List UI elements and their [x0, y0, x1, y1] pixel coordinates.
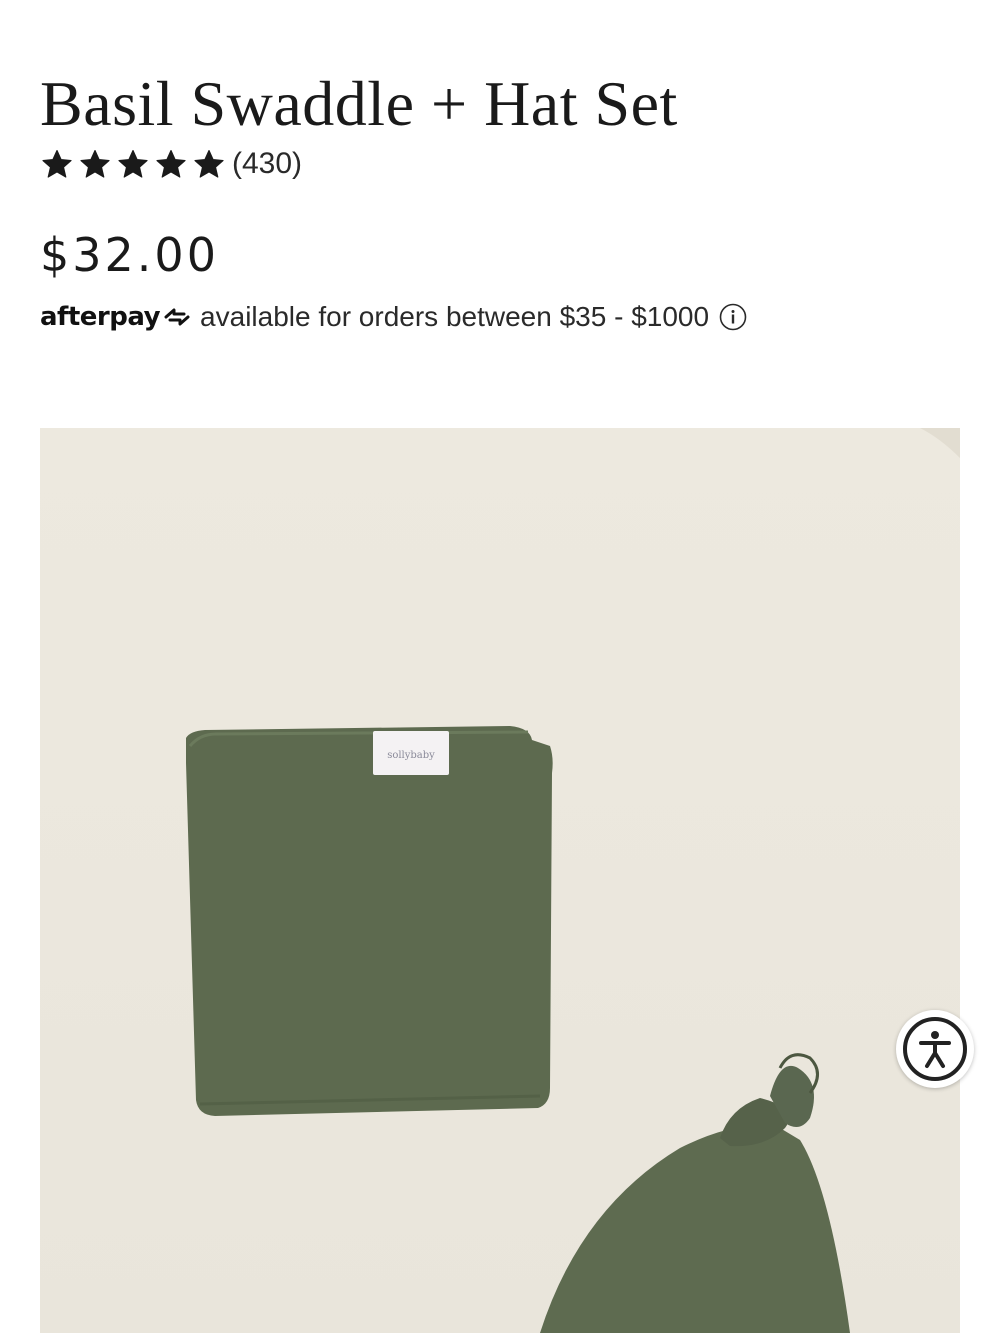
product-price: $32.00	[40, 228, 219, 282]
star-icon	[116, 147, 150, 181]
swaddle-blanket: sollybaby	[186, 726, 553, 1116]
rating-stars	[40, 147, 226, 181]
afterpay-arrows-icon	[164, 308, 190, 326]
star-icon	[40, 147, 74, 181]
star-icon	[154, 147, 188, 181]
product-title: Basil Swaddle + Hat Set	[40, 67, 678, 139]
review-count[interactable]: (430)	[232, 147, 302, 181]
accessibility-icon	[903, 1017, 967, 1081]
afterpay-message: afterpay available for orders between $3…	[40, 296, 747, 338]
info-icon[interactable]	[719, 303, 747, 331]
product-rating[interactable]: (430)	[40, 142, 302, 186]
accessibility-button[interactable]	[896, 1010, 974, 1088]
brand-label: sollybaby	[387, 750, 435, 761]
product-image[interactable]: sollybaby	[40, 428, 960, 1333]
star-icon	[192, 147, 226, 181]
star-icon	[78, 147, 112, 181]
knotted-hat	[540, 1053, 850, 1333]
afterpay-text: available for orders between $35 - $1000	[200, 301, 710, 332]
afterpay-logo: afterpay	[40, 302, 161, 332]
